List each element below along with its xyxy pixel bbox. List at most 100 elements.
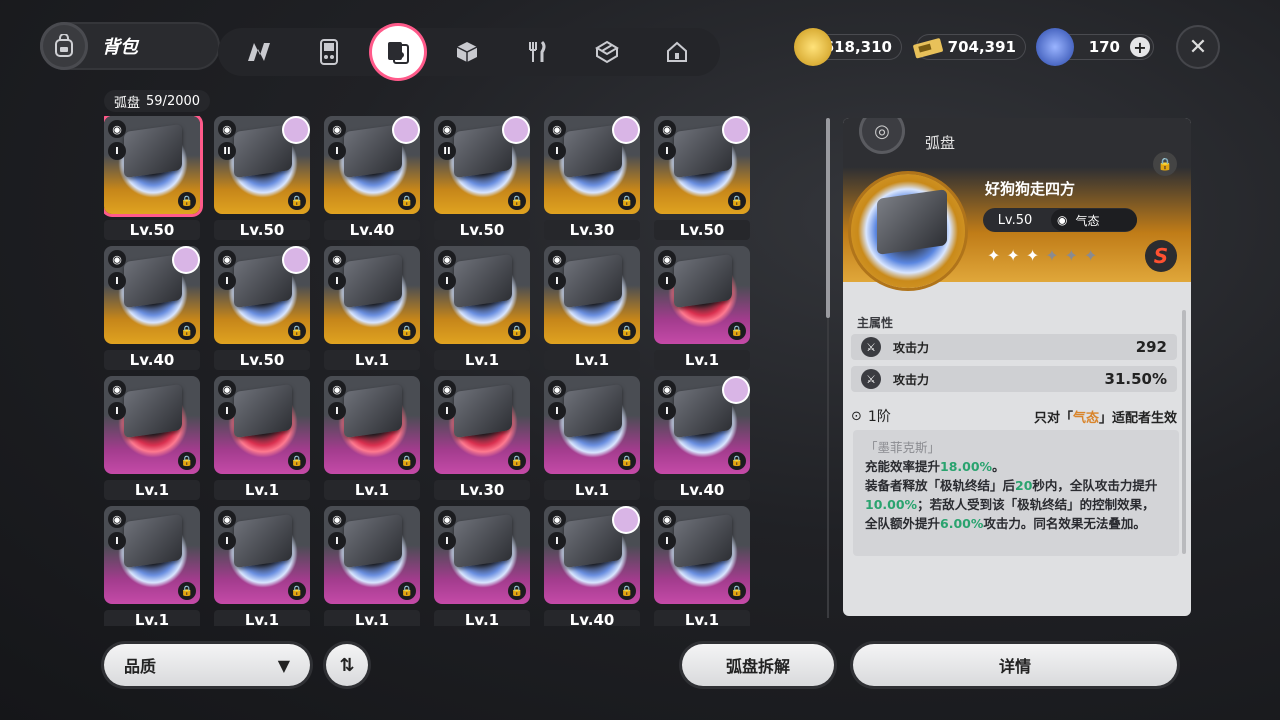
disc-card[interactable]: ◉ I 🔒: [324, 116, 420, 214]
rank-label: I: [658, 142, 676, 160]
tab-utensils-icon[interactable]: [510, 25, 564, 79]
disc-card[interactable]: ◉ I 🔒: [544, 116, 640, 214]
disc-card[interactable]: ◉ I 🔒: [104, 116, 200, 214]
disc-item[interactable]: ◉ I 🔒 Lv.1: [104, 506, 200, 626]
attribute-icon: ◉: [548, 380, 566, 398]
sort-toggle-button[interactable]: ⇅: [326, 644, 368, 686]
disc-item[interactable]: ◉ I 🔒 Lv.40: [654, 376, 750, 502]
disc-item[interactable]: ◉ II 🔒 Lv.50: [214, 116, 310, 242]
lock-icon[interactable]: 🔒: [1153, 152, 1177, 176]
add-currency-button[interactable]: +: [1130, 37, 1150, 57]
disc-card[interactable]: ◉ II 🔒: [214, 116, 310, 214]
tab-handheld-device-icon[interactable]: [302, 25, 356, 79]
disc-card[interactable]: ◉ I 🔒: [324, 246, 420, 344]
disc-level: Lv.1: [104, 610, 200, 626]
disc-card[interactable]: ◉ I 🔒: [434, 376, 530, 474]
disc-level: Lv.40: [324, 220, 420, 240]
disc-item[interactable]: ◉ I 🔒 Lv.1: [214, 376, 310, 502]
star-filled-icon: ✦: [987, 246, 1001, 265]
disc-card[interactable]: ◉ II 🔒: [434, 116, 530, 214]
disc-cover: [234, 513, 292, 569]
disc-category-icon: ◎: [859, 118, 905, 154]
details-button[interactable]: 详情: [853, 644, 1177, 686]
disc-card[interactable]: ◉ I 🔒: [654, 246, 750, 344]
lock-icon: 🔒: [618, 452, 636, 470]
lock-icon: 🔒: [178, 452, 196, 470]
equipped-agent-avatar: [614, 508, 638, 532]
disc-item[interactable]: ◉ I 🔒 Lv.50: [104, 116, 200, 242]
disc-cover: [674, 513, 732, 569]
disc-item[interactable]: ◉ I 🔒 Lv.50: [654, 116, 750, 242]
disc-item[interactable]: ◉ I 🔒 Lv.1: [544, 246, 640, 372]
disc-item[interactable]: ◉ I 🔒 Lv.1: [654, 506, 750, 626]
disc-item[interactable]: ◉ I 🔒 Lv.40: [324, 116, 420, 242]
tab-home-icon[interactable]: [650, 25, 704, 79]
attack-icon: ⚔: [861, 369, 881, 389]
disc-item[interactable]: ◉ I 🔒 Lv.30: [434, 376, 530, 502]
disc-card[interactable]: ◉ I 🔒: [324, 506, 420, 604]
lock-icon: 🔒: [508, 452, 526, 470]
star-empty-icon: ✦: [1084, 246, 1098, 265]
grid-scrollbar[interactable]: [826, 118, 830, 318]
lock-icon: 🔒: [508, 582, 526, 600]
disc-item[interactable]: ◉ I 🔒 Lv.1: [324, 246, 420, 372]
disc-item[interactable]: ◉ I 🔒 Lv.30: [544, 116, 640, 242]
disc-grid: ◉ I 🔒 Lv.50 ◉ II 🔒 Lv.50 ◉ I 🔒 Lv.40 ◉ II 🔒 Lv.50 ◉ I 🔒 Lv.…: [104, 116, 754, 626]
disc-cover: [674, 253, 732, 309]
disc-card[interactable]: ◉ I 🔒: [544, 376, 640, 474]
lock-icon: 🔒: [398, 192, 416, 210]
disc-cover: [564, 253, 622, 309]
disc-item[interactable]: ◉ I 🔒 Lv.40: [544, 506, 640, 626]
dismantle-button[interactable]: 弧盘拆解: [682, 644, 834, 686]
disc-level: Lv.50: [214, 350, 310, 370]
tab-box-icon[interactable]: [580, 25, 634, 79]
disc-card[interactable]: ◉ I 🔒: [214, 376, 310, 474]
disc-card[interactable]: ◉ I 🔒: [544, 506, 640, 604]
disc-card[interactable]: ◉ I 🔒: [434, 506, 530, 604]
attribute-icon: ◉: [658, 250, 676, 268]
disc-card[interactable]: ◉ I 🔒: [324, 376, 420, 474]
disc-card[interactable]: ◉ I 🔒: [544, 246, 640, 344]
disc-card[interactable]: ◉ I 🔒: [214, 246, 310, 344]
disc-cover: [564, 383, 622, 439]
disc-item[interactable]: ◉ I 🔒 Lv.1: [324, 376, 420, 502]
disc-card[interactable]: ◉ I 🔒: [654, 376, 750, 474]
disc-item[interactable]: ◉ I 🔒 Lv.1: [324, 506, 420, 626]
disc-item[interactable]: ◉ I 🔒 Lv.40: [104, 246, 200, 372]
disc-cover: [344, 383, 402, 439]
disc-item[interactable]: ◉ I 🔒 Lv.1: [654, 246, 750, 372]
rank-label: I: [548, 402, 566, 420]
detail-scrollbar[interactable]: [1182, 310, 1186, 554]
tab-n-logo-icon[interactable]: [232, 25, 286, 79]
disc-card[interactable]: ◉ I 🔒: [104, 246, 200, 344]
close-button[interactable]: ✕: [1176, 25, 1220, 69]
lock-icon: 🔒: [618, 322, 636, 340]
attribute-icon: ◉: [218, 510, 236, 528]
attribute-icon: ◉: [658, 380, 676, 398]
disc-item[interactable]: ◉ II 🔒 Lv.50: [434, 116, 530, 242]
rank-label: I: [108, 402, 126, 420]
disc-item[interactable]: ◉ I 🔒 Lv.50: [214, 246, 310, 372]
tab-cube-icon[interactable]: [440, 25, 494, 79]
attribute-icon: ◉: [548, 510, 566, 528]
disc-card[interactable]: ◉ I 🔒: [104, 506, 200, 604]
disc-item[interactable]: ◉ I 🔒 Lv.1: [434, 506, 530, 626]
disc-card[interactable]: ◉ I 🔒: [434, 246, 530, 344]
disc-card[interactable]: ◉ I 🔒: [214, 506, 310, 604]
disc-item[interactable]: ◉ I 🔒 Lv.1: [544, 376, 640, 502]
quality-filter-dropdown[interactable]: 品质 ▼: [104, 644, 310, 686]
disc-card[interactable]: ◉ I 🔒: [654, 506, 750, 604]
rank-badge: S: [1145, 240, 1177, 272]
disc-card[interactable]: ◉ I 🔒: [654, 116, 750, 214]
disc-level: Lv.1: [324, 350, 420, 370]
attribute-icon: ◉: [438, 380, 456, 398]
disc-card[interactable]: ◉ I 🔒: [104, 376, 200, 474]
disc-item[interactable]: ◉ I 🔒 Lv.1: [434, 246, 530, 372]
attribute-icon: ◉: [108, 120, 126, 138]
attribute-icon: ◉: [108, 380, 126, 398]
tab-drive-disc-icon[interactable]: [372, 26, 424, 78]
disc-item[interactable]: ◉ I 🔒 Lv.1: [214, 506, 310, 626]
rank-label: I: [438, 402, 456, 420]
disc-item[interactable]: ◉ I 🔒 Lv.1: [104, 376, 200, 502]
page-title: 背包: [102, 37, 138, 58]
